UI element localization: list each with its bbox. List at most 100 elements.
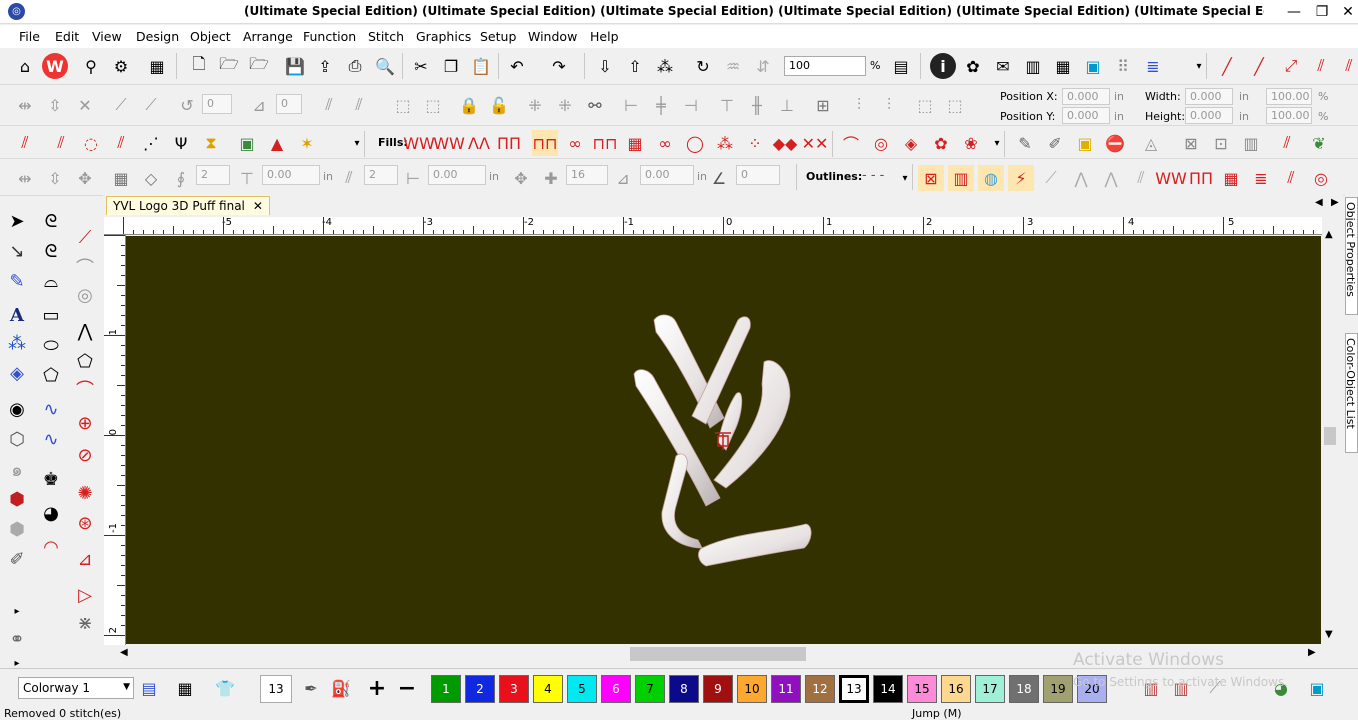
new-file-icon[interactable]: 🗋 [186, 53, 212, 79]
send-machine-icon[interactable]: ⇩ [592, 53, 618, 79]
fill-contour-icon[interactable]: ◈ [898, 130, 924, 156]
fill-loop-icon[interactable]: ∞ [562, 130, 588, 156]
stitch-player-icon[interactable]: ↻ [690, 53, 716, 79]
fill-wave-icon[interactable]: ⊓⊓ [592, 130, 618, 156]
outlines-dropdown-icon[interactable]: ▾ [892, 165, 918, 191]
monogram-icon[interactable]: ◈ [4, 360, 30, 386]
vertical-scrollbar[interactable]: ▲ ▼ [1322, 217, 1338, 645]
menu-file[interactable]: File [19, 29, 40, 44]
outline-grid-icon[interactable]: ⊠ [918, 165, 944, 191]
width-percent-field[interactable]: 100.00 [1266, 88, 1312, 105]
stitch-types-overflow-icon[interactable]: ▾ [344, 130, 370, 156]
reshape-object-icon[interactable]: ⋀ [72, 318, 98, 344]
menu-setup[interactable]: Setup [480, 29, 516, 44]
slow-redraw-icon[interactable]: ♒ [720, 53, 746, 79]
open-folder-icon[interactable]: 🗁 [216, 53, 242, 79]
remove-overlap-icon[interactable]: ⊠ [1178, 130, 1204, 156]
rotate-icon[interactable]: ↺ [174, 92, 200, 118]
fill-tatami-icon[interactable]: ⊓⊓ [532, 130, 558, 156]
radius-field[interactable]: 0.00 [640, 165, 694, 185]
restore-button[interactable]: ❐ [1308, 2, 1336, 22]
split-icon[interactable]: ▥ [1238, 130, 1264, 156]
arc-icon[interactable]: ⌒ [72, 376, 98, 402]
spacing-h-field[interactable]: 0.00 [262, 165, 320, 185]
current-color-field[interactable]: 13 [260, 675, 292, 703]
hexagon-fill-icon[interactable]: ⬢ [4, 486, 30, 512]
stamp-icon[interactable]: ⛔ [1102, 130, 1128, 156]
auto-digitize-icon[interactable]: ♚ [38, 466, 64, 492]
scroll-left-icon[interactable]: ◀ [120, 647, 128, 658]
scale-icon[interactable]: ⟋ [138, 92, 164, 118]
copies-field[interactable]: 2 [196, 165, 230, 185]
knife-tool-icon[interactable]: ✐ [4, 546, 30, 572]
tab-close-icon[interactable]: ✕ [253, 199, 263, 213]
outline-step-icon[interactable]: ΠΠ [1188, 165, 1214, 191]
align-top-icon[interactable]: ⊤ [714, 92, 740, 118]
undo-icon[interactable]: ↶ [504, 53, 530, 79]
color-grid-icon[interactable]: ▦ [172, 675, 198, 701]
slant-angle-field[interactable]: 0 [276, 94, 302, 114]
align-middle-icon[interactable]: ╫ [744, 92, 770, 118]
skew-icon[interactable]: ⟋ [108, 92, 134, 118]
triple-stitch-icon[interactable]: ╱ [1246, 53, 1272, 79]
align-bottom-icon[interactable]: ⊥ [774, 92, 800, 118]
color-swatch-8[interactable]: 8 [669, 675, 699, 703]
outline-blanket-icon[interactable]: ◍ [978, 165, 1004, 191]
array-icon[interactable]: ▦ [108, 165, 134, 191]
spacing-v-icon[interactable]: ⊢ [400, 165, 426, 191]
spacing-h-icon[interactable]: ⊤ [234, 165, 260, 191]
paste-icon[interactable]: 📋 [468, 53, 494, 79]
fill-radial-icon[interactable]: ◎ [868, 130, 894, 156]
fill-stipple-icon[interactable]: ✿ [928, 130, 954, 156]
trim-icon[interactable]: ⋇ [72, 610, 98, 636]
shape-set-icon[interactable]: ⬠ [38, 362, 64, 388]
radius-icon[interactable]: ⊿ [610, 165, 636, 191]
paint-bucket-icon[interactable]: ⛽ [328, 675, 354, 701]
radial-copies-icon[interactable]: ✥ [508, 165, 534, 191]
menu-arrange[interactable]: Arrange [243, 29, 293, 44]
outline-mesh-icon[interactable]: ▦ [1218, 165, 1244, 191]
hexagon-gray-icon[interactable]: ⬢ [4, 516, 30, 542]
angle-icon[interactable]: ∠ [706, 165, 732, 191]
break-apart-icon[interactable]: ⁜ [522, 92, 548, 118]
polyline-select-icon[interactable]: ↘ [4, 238, 30, 264]
settings-tools-icon[interactable]: ⚙ [108, 53, 134, 79]
branching-icon[interactable]: ⚯ [582, 92, 608, 118]
toolbox-more-1-icon[interactable]: ▸ [4, 598, 30, 624]
fill-diamond-icon[interactable]: ◆◆ [772, 130, 798, 156]
corner-icon[interactable]: ⊿ [72, 546, 98, 572]
reshape-node-icon[interactable]: ◬ [1138, 130, 1164, 156]
spool-bottom-icon[interactable]: ▣ [1304, 675, 1330, 701]
rotate-angle-field[interactable]: 0 [202, 94, 232, 114]
spacing-icon[interactable]: ∮ [168, 165, 194, 191]
horizontal-scroll-thumb[interactable] [630, 647, 806, 661]
fill-cross-icon[interactable]: ⁂ [712, 130, 738, 156]
tab-scroll-left-icon[interactable]: ◀ [1315, 197, 1323, 208]
height-percent-field[interactable]: 100.00 [1266, 107, 1312, 124]
color-swatch-17[interactable]: 17 [975, 675, 1005, 703]
color-swatch-11[interactable]: 11 [771, 675, 801, 703]
embroidery-design[interactable] [126, 236, 1321, 644]
star-icon[interactable]: ✶ [294, 130, 320, 156]
home-icon[interactable]: ⌂ [12, 53, 38, 79]
travel-icon[interactable]: ⇵ [750, 53, 776, 79]
draw-pencil-icon[interactable]: ✎ [4, 268, 30, 294]
outline-peak-icon[interactable]: ⋀ [1098, 165, 1124, 191]
radial-stitch-icon[interactable]: ✺ [72, 480, 98, 506]
envelope-icon[interactable]: ⫽ [346, 92, 372, 118]
spiral-fill-icon[interactable]: ◎ [72, 282, 98, 308]
remove-color-icon[interactable]: − [394, 675, 420, 701]
circular-array-icon[interactable]: ✚ [538, 165, 564, 191]
auto-fabric-icon[interactable]: ⫽ [1274, 130, 1300, 156]
outline-lines-icon[interactable]: ≣ [1248, 165, 1274, 191]
app-logo-icon[interactable]: ◎ [8, 3, 25, 20]
fill-mesh-icon[interactable]: ▦ [622, 130, 648, 156]
fill-step-icon[interactable]: ΠΠ [496, 130, 522, 156]
cut-icon[interactable]: ✂ [408, 53, 434, 79]
grid-icon[interactable]: ⠿ [1110, 53, 1136, 79]
reshape-icon[interactable]: ⫽ [316, 92, 342, 118]
center-hoop-icon[interactable]: ⊞ [810, 92, 836, 118]
color-swatch-1[interactable]: 1 [431, 675, 461, 703]
satin-column-icon[interactable]: ⫽ [12, 130, 38, 156]
position-y-field[interactable]: 0.000 [1062, 107, 1110, 124]
